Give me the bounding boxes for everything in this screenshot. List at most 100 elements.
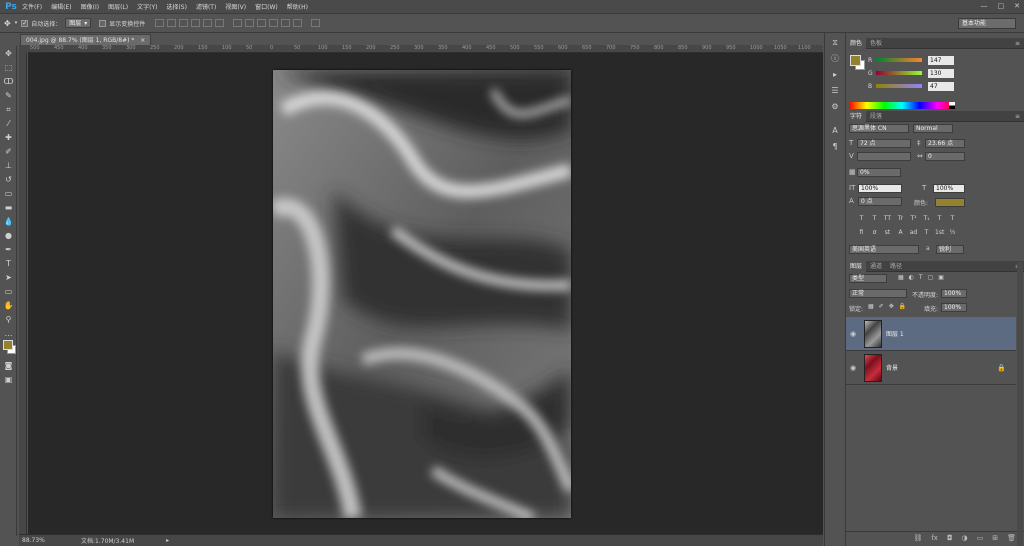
- lock-position-icon[interactable]: ✥: [889, 303, 894, 310]
- ligatures-button[interactable]: fi: [857, 229, 866, 239]
- titling-alternates-button[interactable]: T: [922, 229, 931, 239]
- underline-button[interactable]: T: [935, 215, 944, 225]
- brush-tool-icon[interactable]: ✐: [2, 146, 15, 158]
- mask-icon[interactable]: ◘: [947, 534, 953, 542]
- history-brush-tool-icon[interactable]: ↺: [2, 174, 15, 186]
- hand-tool-icon[interactable]: ✋: [2, 300, 15, 312]
- document-canvas[interactable]: [273, 70, 571, 518]
- tab-layers[interactable]: 图层: [846, 260, 867, 272]
- strikethrough-button[interactable]: T: [948, 215, 957, 225]
- swash-button[interactable]: A: [896, 229, 905, 239]
- font-size-field[interactable]: 72 点: [857, 139, 911, 148]
- subscript-button[interactable]: T₁: [922, 215, 931, 225]
- align-right-icon[interactable]: [215, 19, 225, 27]
- distribute-right-icon[interactable]: [293, 19, 303, 27]
- menu-filter[interactable]: 滤镜(T): [196, 2, 216, 11]
- pen-tool-icon[interactable]: ✒: [2, 244, 15, 256]
- panel-menu-icon[interactable]: ≡: [1015, 40, 1020, 47]
- healing-brush-tool-icon[interactable]: ✚: [2, 132, 15, 144]
- eyedropper-tool-icon[interactable]: ⁄: [2, 118, 15, 130]
- red-value-field[interactable]: 147: [928, 55, 954, 65]
- link-icon[interactable]: ⛓: [913, 534, 922, 542]
- workspace-dropdown[interactable]: 基本功能: [958, 18, 1016, 29]
- actions-icon[interactable]: ▸: [828, 69, 842, 81]
- lasso-tool-icon[interactable]: ↀ: [2, 76, 15, 88]
- crop-tool-icon[interactable]: ⌗: [2, 104, 15, 116]
- smart-object-filter-icon[interactable]: ▣: [938, 274, 944, 281]
- antialias-dropdown[interactable]: 锐利: [936, 245, 964, 254]
- align-left-icon[interactable]: [191, 19, 201, 27]
- tab-character[interactable]: 字符: [846, 110, 867, 122]
- eye-icon[interactable]: ◉: [846, 364, 860, 372]
- text-color-swatch[interactable]: [935, 198, 965, 207]
- status-menu-arrow-icon[interactable]: ▸: [166, 537, 169, 544]
- small-caps-button[interactable]: Tr: [896, 215, 905, 225]
- menu-help[interactable]: 帮助(H): [287, 2, 308, 11]
- green-value-field[interactable]: 130: [928, 68, 954, 78]
- group-icon[interactable]: ▭: [977, 534, 984, 542]
- all-caps-button[interactable]: TT: [883, 215, 892, 225]
- faux-italic-button[interactable]: T: [870, 215, 879, 225]
- gradient-tool-icon[interactable]: ▬: [2, 202, 15, 214]
- canvas-area[interactable]: [28, 53, 823, 534]
- menu-edit[interactable]: 编辑(E): [51, 2, 71, 11]
- type-panel-icon[interactable]: A: [828, 125, 842, 137]
- adjustment-icon[interactable]: ◑: [962, 534, 968, 542]
- eye-icon[interactable]: ◉: [846, 330, 860, 338]
- green-slider[interactable]: [876, 71, 922, 75]
- distribute-hcenter-icon[interactable]: [281, 19, 291, 27]
- tracking-field[interactable]: 0: [925, 152, 965, 161]
- blue-slider[interactable]: [876, 84, 922, 88]
- ordinals-button[interactable]: 1st: [935, 229, 944, 239]
- minimize-button[interactable]: —: [981, 2, 988, 10]
- blur-tool-icon[interactable]: 💧: [2, 216, 15, 228]
- scale-percent-field[interactable]: 0%: [857, 168, 901, 177]
- move-tool-icon[interactable]: ✥: [4, 19, 11, 28]
- type-tool-icon[interactable]: T: [2, 258, 15, 270]
- superscript-button[interactable]: T¹: [909, 215, 918, 225]
- align-top-icon[interactable]: [155, 19, 165, 27]
- marquee-tool-icon[interactable]: ⬚: [2, 62, 15, 74]
- menu-image[interactable]: 图像(I): [81, 2, 99, 11]
- opacity-field[interactable]: 100%: [941, 289, 967, 298]
- layer-name[interactable]: 背景: [886, 363, 898, 372]
- vertical-scale-field[interactable]: 100%: [858, 184, 902, 193]
- eraser-tool-icon[interactable]: ▭: [2, 188, 15, 200]
- pixel-filter-icon[interactable]: ▦: [898, 274, 904, 281]
- lock-all-icon[interactable]: 🔒: [899, 303, 906, 310]
- auto-select-dropdown[interactable]: 图层 ▾: [65, 18, 92, 28]
- distribute-bottom-icon[interactable]: [257, 19, 267, 27]
- dodge-tool-icon[interactable]: ●: [2, 230, 15, 242]
- tab-swatches[interactable]: 色板: [866, 38, 886, 49]
- menu-view[interactable]: 视图(V): [225, 2, 246, 11]
- history-icon[interactable]: ⧖: [828, 37, 842, 49]
- chevron-down-icon[interactable]: ▾: [15, 20, 18, 26]
- tab-color[interactable]: 颜色: [846, 37, 867, 49]
- discretionary-ligatures-button[interactable]: st: [883, 229, 892, 239]
- foreground-color-swatch[interactable]: [3, 340, 13, 350]
- screen-mode-icon[interactable]: ▣: [2, 374, 15, 386]
- menu-window[interactable]: 窗口(W): [255, 2, 278, 11]
- color-spectrum-bar[interactable]: [849, 102, 955, 109]
- show-transform-checkbox[interactable]: [99, 19, 107, 27]
- font-family-dropdown[interactable]: 思源黑体 CN: [849, 124, 909, 133]
- fill-field[interactable]: 100%: [941, 303, 967, 312]
- zoom-level[interactable]: 88.73%: [19, 537, 49, 544]
- adjust-icon[interactable]: ⚙: [828, 101, 842, 113]
- leading-field[interactable]: 23.66 点: [925, 139, 965, 148]
- lock-pixels-icon[interactable]: ✐: [879, 303, 884, 310]
- shape-filter-icon[interactable]: ▢: [928, 274, 934, 281]
- close-button[interactable]: ✕: [1014, 2, 1020, 10]
- blend-mode-dropdown[interactable]: 正常: [849, 289, 907, 298]
- document-tab[interactable]: 004.jpg @ 88.7% (图层 1, RGB/8#) * ×: [20, 34, 152, 45]
- menu-type[interactable]: 文字(Y): [137, 2, 157, 11]
- more-tools-icon[interactable]: …: [2, 328, 15, 340]
- clone-stamp-tool-icon[interactable]: ⊥: [2, 160, 15, 172]
- distribute-left-icon[interactable]: [269, 19, 279, 27]
- align-hcenter-icon[interactable]: [203, 19, 213, 27]
- align-vcenter-icon[interactable]: [167, 19, 177, 27]
- type-filter-icon[interactable]: T: [919, 274, 923, 281]
- menu-file[interactable]: 文件(F): [22, 2, 42, 11]
- menu-select[interactable]: 选择(S): [166, 2, 187, 11]
- red-slider[interactable]: [876, 58, 922, 62]
